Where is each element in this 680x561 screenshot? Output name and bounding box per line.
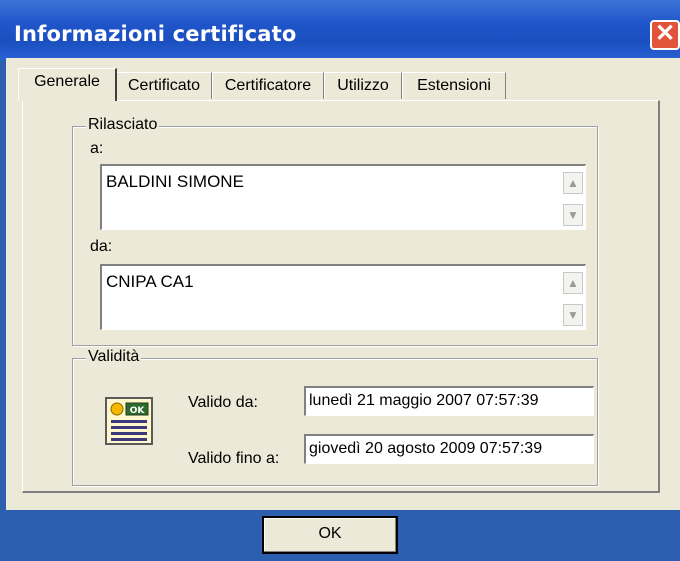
scroll-up-icon[interactable]: ▲ (563, 272, 583, 294)
scroll-down-icon[interactable]: ▼ (563, 204, 583, 226)
issued-by-label: da: (90, 238, 113, 255)
tab-certificato[interactable]: Certificato (116, 72, 212, 99)
certificate-icon: OK (104, 396, 154, 446)
tab-generale[interactable]: Generale (18, 68, 117, 101)
validity-group-label: Validità (86, 348, 142, 366)
scroll-down-icon[interactable]: ▼ (563, 304, 583, 326)
issued-to-value: BALDINI SIMONE (106, 172, 244, 191)
valid-until-label: Valido fino a: (188, 450, 280, 467)
issued-to-field[interactable]: BALDINI SIMONE ▲ ▼ (100, 164, 586, 230)
issued-by-field[interactable]: CNIPA CA1 ▲ ▼ (100, 264, 586, 330)
tab-estensioni[interactable]: Estensioni (402, 72, 506, 99)
issued-to-label: a: (90, 140, 104, 157)
scroll-up-icon[interactable]: ▲ (563, 172, 583, 194)
window-title: Informazioni certificato (14, 22, 297, 46)
issued-group-label: Rilasciato (86, 116, 160, 134)
title-bar: Informazioni certificato ✕ (0, 0, 680, 60)
valid-from-label: Valido da: (188, 394, 258, 411)
issued-by-value: CNIPA CA1 (106, 272, 194, 291)
tab-certificatore[interactable]: Certificatore (212, 72, 324, 99)
certificate-icon-label: OK (130, 406, 146, 416)
ok-button[interactable]: OK (262, 516, 398, 554)
tab-utilizzo[interactable]: Utilizzo (324, 72, 402, 99)
valid-until-field[interactable]: giovedì 20 agosto 2009 07:57:39 (304, 434, 594, 464)
close-button[interactable]: ✕ (650, 20, 680, 50)
valid-from-field[interactable]: lunedì 21 maggio 2007 07:57:39 (304, 386, 594, 416)
certificate-info-dialog: Informazioni certificato ✕ Generale Cert… (0, 0, 680, 561)
